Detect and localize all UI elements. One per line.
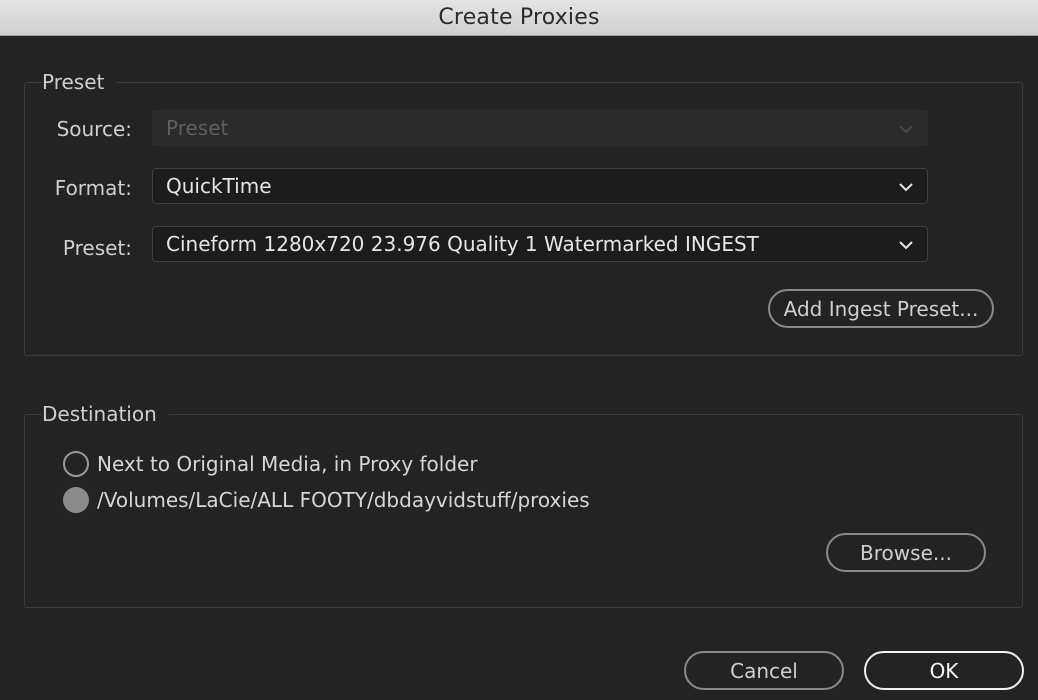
radio-label-custom-path: /Volumes/LaCie/ALL FOOTY/dbdayvidstuff/p… bbox=[97, 488, 590, 512]
radio-next-to-original[interactable]: Next to Original Media, in Proxy folder bbox=[63, 451, 478, 477]
format-value: QuickTime bbox=[166, 174, 272, 198]
format-label: Format: bbox=[54, 176, 132, 200]
preset-group-legend: Preset bbox=[42, 70, 117, 94]
add-ingest-preset-label: Add Ingest Preset... bbox=[783, 296, 979, 321]
chevron-down-icon bbox=[897, 178, 915, 196]
destination-group-legend: Destination bbox=[42, 402, 169, 426]
ok-label: OK bbox=[929, 658, 959, 683]
browse-button[interactable]: Browse... bbox=[826, 533, 986, 572]
radio-custom-path[interactable]: /Volumes/LaCie/ALL FOOTY/dbdayvidstuff/p… bbox=[63, 487, 590, 513]
preset-value: Cineform 1280x720 23.976 Quality 1 Water… bbox=[166, 232, 759, 256]
source-value: Preset bbox=[166, 116, 229, 140]
format-dropdown[interactable]: QuickTime bbox=[152, 168, 928, 204]
window-title: Create Proxies bbox=[438, 5, 600, 30]
radio-button-unselected[interactable] bbox=[63, 451, 89, 477]
radio-label-next-to-original: Next to Original Media, in Proxy folder bbox=[97, 452, 478, 476]
source-dropdown[interactable]: Preset bbox=[152, 110, 928, 146]
add-ingest-preset-button[interactable]: Add Ingest Preset... bbox=[768, 289, 994, 328]
radio-button-selected[interactable] bbox=[63, 487, 89, 513]
browse-label: Browse... bbox=[860, 540, 952, 565]
chevron-down-icon bbox=[897, 236, 915, 254]
ok-button[interactable]: OK bbox=[864, 651, 1024, 690]
title-bar: Create Proxies bbox=[0, 0, 1038, 36]
preset-dropdown[interactable]: Cineform 1280x720 23.976 Quality 1 Water… bbox=[152, 226, 928, 262]
source-label: Source: bbox=[56, 117, 132, 141]
preset-label: Preset: bbox=[62, 236, 132, 260]
cancel-label: Cancel bbox=[730, 658, 798, 683]
cancel-button[interactable]: Cancel bbox=[684, 651, 844, 690]
chevron-down-icon bbox=[897, 120, 915, 138]
